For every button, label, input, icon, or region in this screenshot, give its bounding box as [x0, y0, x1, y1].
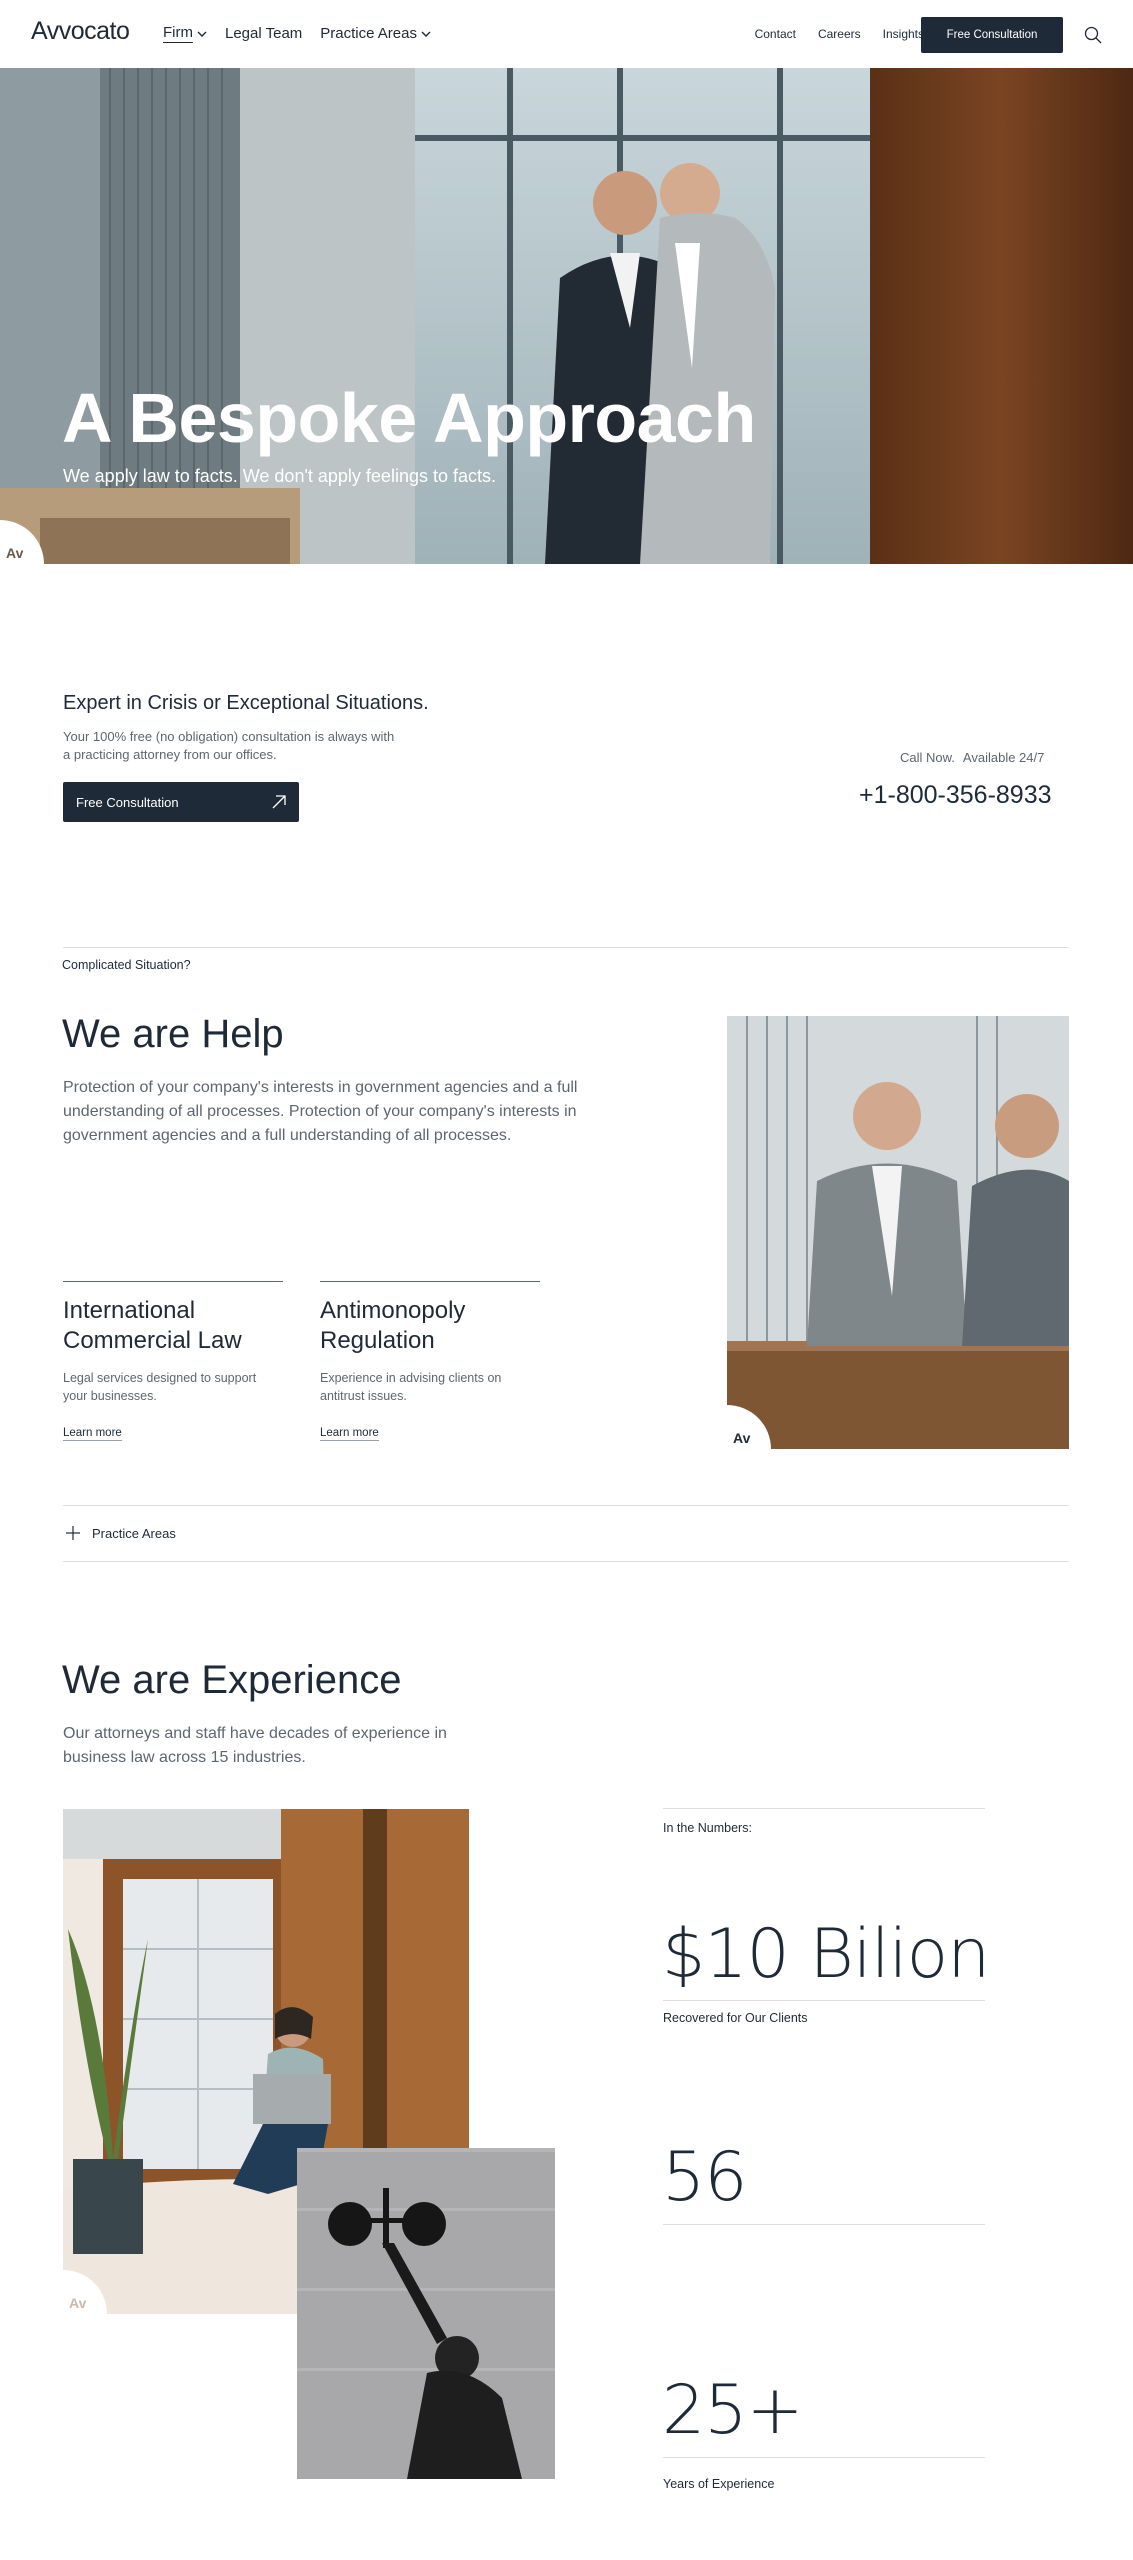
secondary-menu: Contact Careers Insights	[755, 27, 924, 41]
av-badge: Av	[63, 2270, 107, 2314]
card-divider	[63, 1281, 283, 1282]
help-photo-art	[727, 1016, 1069, 1449]
card-title-international-commercial-law: International Commercial Law	[63, 1297, 242, 1354]
stat-caption: Years of Experience	[663, 2477, 775, 2491]
experience-title: We are Experience	[62, 1658, 402, 1702]
card-description: Experience in advising clients on antitr…	[320, 1371, 502, 1403]
expert-title: Expert in Crisis or Exceptional Situatio…	[63, 692, 429, 714]
card-description: Legal services designed to support your …	[63, 1371, 257, 1403]
chevron-down-icon	[421, 31, 431, 37]
stat-value: $10 Bilion	[662, 1915, 990, 1994]
nav-link-careers[interactable]: Careers	[818, 27, 861, 41]
nav-link-contact[interactable]: Contact	[755, 27, 796, 41]
section-divider	[63, 947, 1069, 948]
nav-item-legal-team-label: Legal Team	[225, 25, 303, 42]
stat-divider	[663, 2224, 985, 2225]
nav-item-practice-areas-label: Practice Areas	[320, 25, 417, 42]
nav-item-legal-team[interactable]: Legal Team	[225, 24, 302, 43]
practice-areas-label: Practice Areas	[92, 1526, 176, 1541]
stat-caption: Recovered for Our Clients	[663, 2011, 808, 2025]
help-title: We are Help	[62, 1012, 284, 1056]
av-badge-label: Av	[6, 545, 24, 561]
numbers-divider	[663, 1808, 985, 1809]
search-icon[interactable]	[1084, 26, 1102, 44]
consultation-button[interactable]: Free Consultation	[63, 782, 299, 822]
call-now-text: Call Now.	[900, 750, 955, 765]
phone-number[interactable]: +1-800-356-8933	[859, 781, 1052, 810]
justice-statue-art	[297, 2148, 555, 2479]
learn-more-link[interactable]: Learn more	[320, 1427, 379, 1441]
stat-value: 56	[662, 2138, 748, 2217]
nav-item-firm-label: Firm	[163, 24, 193, 43]
stat-value: 25+	[662, 2371, 804, 2450]
experience-description: Our attorneys and staff have decades of …	[63, 1725, 447, 1766]
learn-more-link[interactable]: Learn more	[63, 1427, 122, 1441]
call-now-label: Call Now. Available 24/7	[900, 750, 1044, 765]
hero-title: A Bespoke Approach	[62, 379, 756, 457]
consultation-button-label: Free Consultation	[76, 794, 179, 810]
justice-statue-photo	[297, 2148, 555, 2479]
hero-subtitle: We apply law to facts. We don't apply fe…	[63, 466, 496, 486]
card-title-antimonopoly-regulation: Antimonopoly Regulation	[320, 1297, 466, 1354]
av-badge-label: Av	[733, 1430, 751, 1446]
help-photo: Av	[727, 1016, 1069, 1449]
card-divider	[320, 1281, 540, 1282]
practice-areas-toggle[interactable]: Practice Areas	[63, 1505, 1069, 1562]
main-menu: Firm Legal Team Practice Areas	[163, 24, 431, 43]
nav-link-insights[interactable]: Insights	[883, 27, 924, 41]
plus-icon	[66, 1526, 80, 1540]
site-logo[interactable]: Avvocato	[31, 17, 130, 46]
nav-item-practice-areas[interactable]: Practice Areas	[320, 24, 431, 43]
av-badge: Av	[727, 1405, 771, 1449]
chevron-down-icon	[197, 31, 207, 37]
av-badge-label: Av	[69, 2295, 87, 2311]
availability-text: Available 24/7	[962, 750, 1045, 765]
top-navigation: Avvocato Firm Legal Team Practice Areas …	[0, 0, 1133, 68]
expert-description: Your 100% free (no obligation) consultat…	[63, 729, 395, 762]
help-description: Protection of your company's interests i…	[63, 1079, 578, 1144]
hero-banner: A Bespoke Approach We apply law to facts…	[0, 68, 1133, 564]
nav-item-firm[interactable]: Firm	[163, 24, 207, 43]
arrow-up-right-icon	[272, 795, 286, 809]
av-badge: Av	[0, 520, 44, 564]
numbers-eyebrow: In the Numbers:	[663, 1821, 752, 1835]
hero-photo	[0, 68, 1133, 564]
help-eyebrow: Complicated Situation?	[62, 958, 191, 972]
free-consultation-button[interactable]: Free Consultation	[921, 17, 1063, 53]
stat-divider	[663, 2457, 985, 2458]
stat-divider	[663, 2000, 985, 2001]
